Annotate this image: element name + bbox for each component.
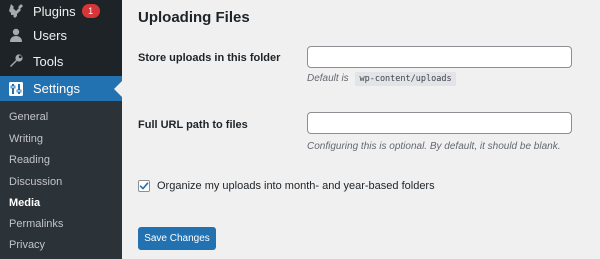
upload-url-label: Full URL path to files — [138, 119, 248, 131]
admin-sidebar: Plugins 1 Users Tools Settings General W… — [0, 0, 122, 259]
upload-path-input[interactable] — [307, 46, 572, 68]
plugin-icon — [6, 1, 26, 21]
checkmark-icon — [139, 182, 149, 190]
plugin-update-count-badge: 1 — [81, 4, 100, 18]
tools-icon — [6, 51, 26, 71]
menu-item-tools[interactable]: Tools — [0, 48, 122, 74]
upload-url-description: Configuring this is optional. By default… — [307, 141, 561, 152]
upload-path-description-text: Default is — [307, 73, 349, 84]
upload-path-description: Default is wp-content/uploads — [307, 72, 456, 86]
submenu-item-media[interactable]: Media — [9, 193, 40, 213]
submenu-item-privacy[interactable]: Privacy — [9, 235, 45, 255]
media-settings-content: Uploading Files Store uploads in this fo… — [122, 0, 600, 259]
organize-uploads-row: Organize my uploads into month- and year… — [138, 180, 435, 192]
default-path-code: wp-content/uploads — [355, 72, 456, 86]
menu-item-plugins[interactable]: Plugins 1 — [0, 0, 122, 24]
menu-item-label: Users — [33, 27, 67, 43]
save-changes-button[interactable]: Save Changes — [138, 227, 216, 250]
upload-url-input[interactable] — [307, 112, 572, 134]
organize-uploads-checkbox[interactable] — [138, 180, 150, 192]
submenu-item-general[interactable]: General — [9, 107, 48, 127]
menu-item-settings[interactable]: Settings — [0, 76, 122, 101]
organize-uploads-label[interactable]: Organize my uploads into month- and year… — [157, 180, 435, 192]
settings-submenu: General Writing Reading Discussion Media… — [0, 101, 122, 259]
submenu-item-discussion[interactable]: Discussion — [9, 172, 62, 192]
submenu-item-permalinks[interactable]: Permalinks — [9, 214, 63, 234]
menu-item-label: Settings — [33, 81, 80, 96]
menu-item-users[interactable]: Users — [0, 22, 122, 48]
settings-icon — [6, 79, 26, 99]
menu-item-label: Tools — [33, 53, 64, 69]
menu-item-label: Plugins — [33, 3, 76, 19]
upload-path-label: Store uploads in this folder — [138, 52, 281, 64]
section-title: Uploading Files — [138, 9, 250, 26]
submenu-item-reading[interactable]: Reading — [9, 150, 50, 170]
users-icon — [6, 25, 26, 45]
submenu-item-writing[interactable]: Writing — [9, 129, 43, 149]
